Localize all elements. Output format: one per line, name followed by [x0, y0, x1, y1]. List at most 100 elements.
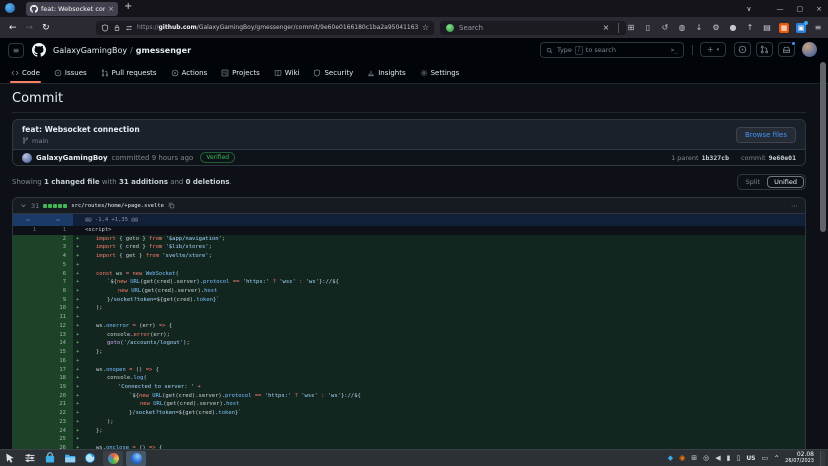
- list-tabs-icon[interactable]: ∨: [746, 5, 751, 13]
- command-palette-icon[interactable]: >_: [671, 47, 678, 54]
- launcher-icon[interactable]: [3, 452, 17, 465]
- repo-tab-wiki[interactable]: Wiki: [269, 62, 305, 83]
- old-line-number[interactable]: [13, 427, 43, 436]
- browser-search-field[interactable]: Search: [440, 21, 626, 35]
- old-line-number[interactable]: [13, 374, 43, 383]
- old-line-number[interactable]: [13, 392, 43, 401]
- kdeconnect-icon[interactable]: ◆: [668, 452, 673, 465]
- old-line-number[interactable]: [13, 322, 43, 331]
- old-line-number[interactable]: [13, 348, 43, 357]
- battery-icon[interactable]: ▮: [727, 452, 731, 465]
- active-tab[interactable]: feat: Websocket connectio ×: [26, 2, 118, 16]
- old-line-number[interactable]: 1: [13, 226, 43, 235]
- old-line-number[interactable]: [13, 235, 43, 244]
- new-line-number[interactable]: 12: [43, 322, 73, 331]
- breadcrumb-owner[interactable]: GalaxyGamingBoy: [53, 46, 127, 55]
- breadcrumb-repo[interactable]: gmessenger: [136, 46, 191, 55]
- scrollbar-thumb[interactable]: [820, 62, 826, 232]
- new-line-number[interactable]: 25: [43, 435, 73, 444]
- old-line-number[interactable]: [13, 357, 43, 366]
- new-line-number[interactable]: 5: [43, 261, 73, 270]
- author-avatar[interactable]: [22, 153, 32, 163]
- github-logo-icon[interactable]: [32, 43, 46, 57]
- old-line-number[interactable]: [13, 366, 43, 375]
- new-line-number[interactable]: 7: [43, 278, 73, 287]
- old-line-number[interactable]: [13, 383, 43, 392]
- firefox-view-icon[interactable]: [5, 3, 15, 13]
- new-line-number[interactable]: 22: [43, 409, 73, 418]
- maximize-icon[interactable]: ▢: [797, 5, 804, 13]
- reload-icon[interactable]: ↻: [42, 23, 50, 33]
- old-line-number[interactable]: [13, 287, 43, 296]
- updates-icon[interactable]: ◉: [679, 452, 685, 465]
- old-line-number[interactable]: [13, 435, 43, 444]
- clipboard-icon[interactable]: ⊞: [691, 452, 697, 465]
- new-line-number[interactable]: 24: [43, 427, 73, 436]
- repo-tab-actions[interactable]: Actions: [166, 62, 213, 83]
- branch-name[interactable]: main: [32, 137, 48, 145]
- firefox-window-task[interactable]: [126, 451, 146, 466]
- volume-icon[interactable]: ◀: [715, 452, 720, 465]
- media-player-icon[interactable]: ◎: [703, 452, 709, 465]
- new-line-number[interactable]: 21: [43, 400, 73, 409]
- repo-tab-issues[interactable]: Issues: [49, 62, 92, 83]
- old-line-number[interactable]: [13, 304, 43, 313]
- repo-tab-insights[interactable]: Insights: [362, 62, 410, 83]
- share-icon[interactable]: ↑: [745, 23, 755, 33]
- pull-requests-header-button[interactable]: [756, 42, 773, 57]
- scrollbar[interactable]: [820, 38, 827, 449]
- translate-icon[interactable]: [125, 24, 133, 32]
- hamburger-menu-button[interactable]: ≡: [8, 43, 24, 58]
- extension-blue-icon[interactable]: ▣: [796, 23, 806, 33]
- new-line-number[interactable]: 15: [43, 348, 73, 357]
- app-window-task[interactable]: [103, 451, 123, 466]
- notifications-button[interactable]: [778, 42, 795, 57]
- unified-toggle[interactable]: Unified: [767, 176, 804, 188]
- software-store-icon[interactable]: [43, 452, 57, 465]
- collapse-file-icon[interactable]: [20, 202, 27, 209]
- new-line-number[interactable]: 20: [43, 392, 73, 401]
- new-line-number[interactable]: 3: [43, 243, 73, 252]
- tracking-shield-icon[interactable]: [101, 24, 109, 32]
- minimize-icon[interactable]: —: [777, 5, 784, 13]
- power-icon[interactable]: ▯: [736, 452, 740, 465]
- old-line-number[interactable]: [13, 313, 43, 322]
- back-icon[interactable]: ←: [9, 23, 17, 33]
- repo-tab-settings[interactable]: Settings: [415, 62, 465, 83]
- create-new-button[interactable]: +▾: [700, 42, 726, 57]
- new-line-number[interactable]: 19: [43, 383, 73, 392]
- old-line-number[interactable]: [13, 278, 43, 287]
- web-browser-icon[interactable]: [83, 452, 97, 465]
- file-manager-icon[interactable]: [63, 452, 77, 465]
- copy-path-icon[interactable]: [168, 202, 175, 209]
- bookmark-star-icon[interactable]: ☆: [422, 23, 429, 32]
- old-line-number[interactable]: [13, 418, 43, 427]
- settings-sliders-icon[interactable]: [23, 452, 37, 465]
- new-line-number[interactable]: 13: [43, 331, 73, 340]
- downloads-icon[interactable]: ↓: [694, 23, 704, 33]
- old-line-number[interactable]: [13, 261, 43, 270]
- browse-files-button[interactable]: Browse files: [736, 127, 796, 143]
- history-icon[interactable]: ↺: [660, 23, 670, 33]
- new-line-number[interactable]: 9: [43, 296, 73, 305]
- old-line-number[interactable]: [13, 400, 43, 409]
- privacy-shield-icon[interactable]: ◍: [677, 23, 687, 33]
- new-line-number[interactable]: 18: [43, 374, 73, 383]
- tray-expander-icon[interactable]: ^: [774, 455, 779, 462]
- show-desktop-button[interactable]: [820, 451, 825, 466]
- repo-tab-projects[interactable]: Projects: [216, 62, 265, 83]
- sidebar-icon[interactable]: ▯: [643, 23, 653, 33]
- new-tab-button[interactable]: +: [124, 1, 132, 12]
- new-line-number[interactable]: 11: [43, 313, 73, 322]
- url-bar[interactable]: https://github.com/GalaxyGamingBoy/gmess…: [96, 21, 434, 35]
- screenshot-icon[interactable]: ⊞: [626, 23, 636, 33]
- repo-tab-code[interactable]: Code: [6, 62, 45, 83]
- lock-icon[interactable]: [113, 24, 121, 32]
- verified-badge[interactable]: Verified: [200, 152, 235, 163]
- display-icon[interactable]: ▭: [762, 452, 769, 465]
- new-line-number[interactable]: 4: [43, 252, 73, 261]
- new-line-number[interactable]: 10: [43, 304, 73, 313]
- new-line-number[interactable]: 23: [43, 418, 73, 427]
- account-icon[interactable]: ●: [728, 23, 738, 33]
- user-avatar[interactable]: [802, 42, 817, 57]
